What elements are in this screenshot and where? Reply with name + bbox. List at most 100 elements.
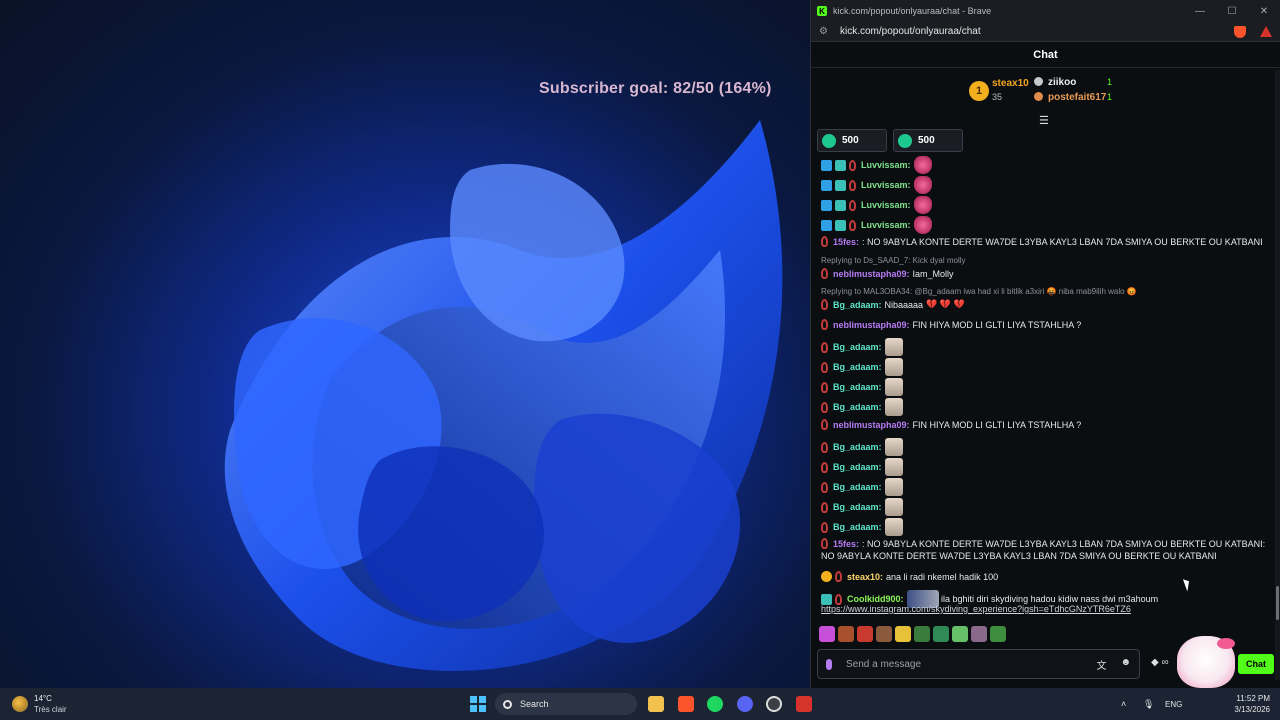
chat-username[interactable]: Bg_adaam: (833, 522, 882, 532)
brave-browser-icon[interactable] (678, 696, 694, 712)
emote-icon[interactable] (914, 626, 930, 642)
show-hidden-icons-chevron-icon[interactable]: ˄ (1121, 699, 1126, 709)
brave-shields-icon[interactable] (1234, 25, 1246, 38)
chat-username[interactable]: Coolkidd900: (847, 594, 904, 604)
chat-username[interactable]: 15fes: (833, 237, 859, 247)
emote-icon[interactable] (933, 626, 949, 642)
leaderboard-second-name[interactable]: ziikoo (1048, 77, 1076, 88)
chat-message: Bg_adaam: (821, 478, 903, 496)
chat-username[interactable]: Bg_adaam: (833, 442, 882, 452)
chat-username[interactable]: neblimustapha09: (833, 320, 910, 330)
clock-time: 11:52 PM (1236, 694, 1270, 703)
taskbar-search[interactable]: Search (495, 693, 637, 715)
chat-username[interactable]: Bg_adaam: (833, 382, 882, 392)
sub-gift-badge-icon (821, 461, 828, 473)
emote-icon[interactable] (990, 626, 1006, 642)
kick-gift-icon (898, 133, 912, 148)
chat-username[interactable]: 15fes: (833, 539, 859, 549)
chat-username[interactable]: Luvvissam: (861, 220, 911, 230)
cat-emote-icon (884, 478, 903, 496)
reply-context[interactable]: Replying to Ds_SAAD_7: Kick dyal molly (821, 256, 966, 265)
emote-icon[interactable] (876, 626, 892, 642)
sub-gift-badge-icon (821, 381, 828, 393)
chat-link[interactable]: https://www.instagram.com/skydiving_expe… (821, 604, 1131, 614)
filter-icon[interactable]: ☰ (1039, 114, 1049, 127)
sub-gift-badge-icon (849, 199, 856, 211)
obs-studio-icon[interactable] (766, 696, 782, 712)
chat-username[interactable]: Bg_adaam: (833, 342, 882, 352)
gift-card[interactable]: 500 (893, 129, 963, 152)
chat-message: Bg_adaam: (821, 498, 903, 516)
file-explorer-icon[interactable] (648, 696, 664, 712)
microphone-tray-icon[interactable]: 🎙 (1143, 699, 1154, 710)
sub-gift-badge-icon (821, 481, 828, 493)
chat-message: Bg_adaam: (821, 518, 903, 536)
clock-date: 3/13/2026 (1234, 705, 1270, 714)
chat-message: Luvvissam: (821, 216, 932, 234)
weather-icon[interactable] (12, 696, 28, 712)
url-text[interactable]: kick.com/popout/onlyauraa/chat (840, 26, 981, 37)
subscriber-badge-icon (835, 199, 846, 211)
chat-username[interactable]: Bg_adaam: (833, 362, 882, 372)
verified-badge-icon (821, 219, 832, 231)
subscriber-badge-icon (821, 593, 832, 605)
third-place-icon (1034, 92, 1043, 101)
chat-input-box[interactable]: Send a message 文 ☻ (817, 649, 1140, 679)
emote-icon[interactable] (819, 626, 835, 642)
emote-icon[interactable] (895, 626, 911, 642)
search-icon (503, 699, 512, 709)
chat-username[interactable]: neblimustapha09: (833, 420, 910, 430)
reply-context[interactable]: Replying to MAL3OBA34: @Bg_adaam iwa had… (821, 287, 1137, 296)
emoji-icon[interactable]: ☻ (1120, 657, 1131, 672)
chat-text: FIN HIYA MOD LI GLTI LIYA TSTAHLHA ? (912, 319, 1082, 330)
send-chat-button[interactable]: Chat (1238, 654, 1274, 674)
sub-gift-badge-icon (821, 299, 828, 310)
chat-text: FIN HIYA MOD LI GLTI LIYA TSTAHLHA ? (912, 419, 1082, 430)
chat-username[interactable]: Luvvissam: (861, 180, 911, 190)
chat-username[interactable]: Bg_adaam: (833, 462, 882, 472)
brave-beta-icon[interactable] (796, 696, 812, 712)
mouse-cursor-icon (1182, 577, 1193, 592)
kicks-infinity-icon[interactable]: ◆ ∞ (1151, 657, 1169, 668)
weather-temperature[interactable]: 14°C (34, 694, 52, 703)
leaderboard-first-name[interactable]: steax10 (992, 78, 1029, 89)
maximize-icon[interactable]: ☐ (1216, 6, 1248, 17)
sub-gift-badge-icon (821, 319, 828, 330)
emote-icon[interactable] (857, 626, 873, 642)
weather-description[interactable]: Très clair (34, 705, 67, 714)
chat-username[interactable]: Bg_adaam: (833, 482, 882, 492)
close-icon[interactable]: ✕ (1248, 6, 1280, 17)
cat-emote-icon (884, 378, 903, 396)
subscriber-badge-icon (835, 159, 846, 171)
chat-username[interactable]: Bg_adaam: (833, 300, 882, 310)
emote-icon[interactable] (952, 626, 968, 642)
discord-icon[interactable] (737, 696, 753, 712)
cat-emote-icon (884, 498, 903, 516)
sub-gift-badge-icon (821, 341, 828, 353)
message-placeholder[interactable]: Send a message (846, 659, 921, 670)
windows-start-icon[interactable] (470, 696, 486, 712)
site-settings-icon[interactable]: ⚙ (819, 26, 828, 37)
minimize-icon[interactable]: — (1184, 6, 1216, 17)
leaderboard-third-name[interactable]: postefait617 (1048, 92, 1106, 103)
chat-username[interactable]: neblimustapha09: (833, 269, 910, 279)
emote-icon[interactable] (971, 626, 987, 642)
kick-gift-icon (822, 133, 836, 148)
brave-rewards-icon[interactable] (1260, 25, 1272, 37)
emote-icon[interactable] (838, 626, 854, 642)
input-language[interactable]: ENG (1165, 700, 1182, 709)
chat-username[interactable]: Luvvissam: (861, 200, 911, 210)
scrollbar-thumb[interactable] (1276, 586, 1279, 620)
spotify-icon[interactable] (707, 696, 723, 712)
chat-username[interactable]: Bg_adaam: (833, 502, 882, 512)
microphone-icon[interactable] (826, 658, 832, 670)
chat-username[interactable]: steax10: (847, 572, 883, 582)
gift-card[interactable]: 500 (817, 129, 887, 152)
chat-username[interactable]: Bg_adaam: (833, 402, 882, 412)
clock[interactable]: 11:52 PM 3/13/2026 (1228, 693, 1270, 715)
chat-message: Bg_adaam: Nibaaaaa 💔 💔 💔 (821, 299, 965, 310)
translate-icon[interactable]: 文 (1096, 657, 1106, 672)
address-bar[interactable]: ⚙ kick.com/popout/onlyauraa/chat (811, 22, 1280, 42)
sub-gift-badge-icon (821, 236, 828, 247)
chat-username[interactable]: Luvvissam: (861, 160, 911, 170)
